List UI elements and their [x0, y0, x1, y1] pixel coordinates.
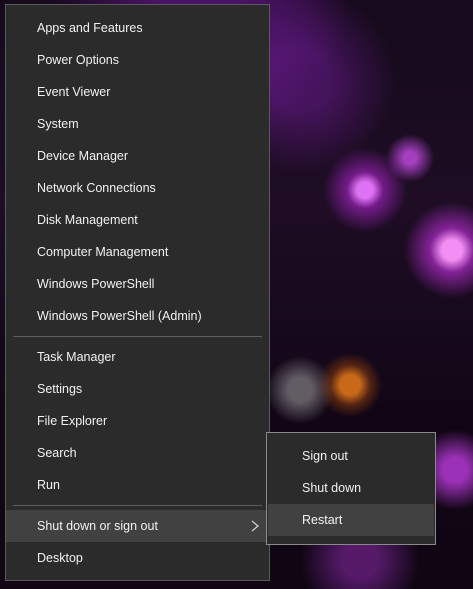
menu-item-search[interactable]: Search — [6, 437, 269, 469]
menu-item-device-manager[interactable]: Device Manager — [6, 140, 269, 172]
menu-item-file-explorer[interactable]: File Explorer — [6, 405, 269, 437]
submenu-item-shut-down[interactable]: Shut down — [268, 472, 434, 504]
menu-item-computer-management[interactable]: Computer Management — [6, 236, 269, 268]
winx-power-user-menu: Apps and Features Power Options Event Vi… — [5, 4, 270, 581]
menu-separator — [13, 336, 262, 337]
menu-item-apps-and-features[interactable]: Apps and Features — [6, 12, 269, 44]
submenu-item-sign-out[interactable]: Sign out — [268, 440, 434, 472]
menu-item-windows-powershell[interactable]: Windows PowerShell — [6, 268, 269, 300]
menu-item-windows-powershell-admin[interactable]: Windows PowerShell (Admin) — [6, 300, 269, 332]
menu-item-label: Shut down or sign out — [37, 519, 158, 533]
menu-item-desktop[interactable]: Desktop — [6, 542, 269, 574]
menu-item-event-viewer[interactable]: Event Viewer — [6, 76, 269, 108]
submenu-item-restart[interactable]: Restart — [268, 504, 434, 536]
menu-item-settings[interactable]: Settings — [6, 373, 269, 405]
menu-item-disk-management[interactable]: Disk Management — [6, 204, 269, 236]
menu-separator — [13, 505, 262, 506]
shutdown-submenu: Sign out Shut down Restart — [266, 432, 436, 545]
menu-item-system[interactable]: System — [6, 108, 269, 140]
menu-item-power-options[interactable]: Power Options — [6, 44, 269, 76]
menu-item-run[interactable]: Run — [6, 469, 269, 501]
menu-item-network-connections[interactable]: Network Connections — [6, 172, 269, 204]
menu-item-task-manager[interactable]: Task Manager — [6, 341, 269, 373]
menu-item-shut-down-or-sign-out[interactable]: Shut down or sign out — [6, 510, 269, 542]
chevron-right-icon — [251, 520, 259, 532]
